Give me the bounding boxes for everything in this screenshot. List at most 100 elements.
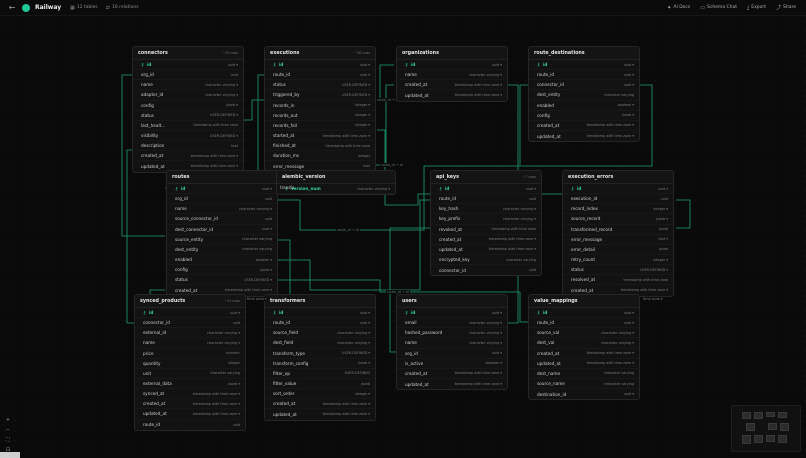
- column-row[interactable]: ⚷ id uuid ▾: [431, 184, 541, 195]
- column-row[interactable]: ⚷ id uuid ▾: [397, 308, 507, 319]
- column-row[interactable]: is_active boolean ▾: [397, 359, 507, 369]
- export-button[interactable]: ⤓ Export: [747, 4, 766, 11]
- column-row[interactable]: source_name character varying: [529, 379, 639, 390]
- column-row[interactable]: ⚷ id uuid ▾: [529, 308, 639, 319]
- column-row[interactable]: org_id uuid: [133, 70, 243, 81]
- column-row[interactable]: updated_at timestamp with time zone ▾: [135, 409, 245, 420]
- column-row[interactable]: ⚷ id uuid ▾: [135, 308, 245, 319]
- column-row[interactable]: finished_at timestamp with time zone: [265, 141, 375, 152]
- table-execution-errors[interactable]: execution_errors ⚷ id uuid ▾ execution_id uui…: [562, 170, 674, 297]
- column-row[interactable]: resolved_at timestamp with time zone: [563, 275, 673, 286]
- column-row[interactable]: filter_value jsonb: [265, 379, 375, 390]
- column-row[interactable]: ⚷ version_num character varying ▾: [277, 184, 395, 195]
- column-row[interactable]: source_connector_id uuid: [167, 214, 277, 225]
- column-row[interactable]: name character varying ▾: [135, 338, 245, 349]
- column-row[interactable]: visibility USER-DEFINED ▾: [133, 131, 243, 142]
- ai-docs-button[interactable]: ✦ AI Docs: [667, 4, 690, 11]
- minimap[interactable]: [731, 405, 801, 452]
- column-row[interactable]: ⚷ id uuid ▾: [133, 60, 243, 71]
- column-row[interactable]: revoked_at timestamp with time zone: [431, 225, 541, 235]
- column-row[interactable]: key_hash character varying ▾: [431, 204, 541, 215]
- column-row[interactable]: source_val character varying ▾: [529, 328, 639, 339]
- table-alembic-version[interactable]: alembic_version ⚷ version_num character var…: [276, 170, 396, 196]
- table-header[interactable]: api_keys ~7 rows: [431, 171, 541, 184]
- column-row[interactable]: execution_id uuid: [563, 194, 673, 205]
- column-row[interactable]: connector_id uuid: [431, 265, 541, 275]
- column-row[interactable]: dest_val character varying ▾: [529, 338, 639, 349]
- column-row[interactable]: connector_id uuid ▾: [529, 80, 639, 91]
- column-row[interactable]: created_at timestamp with time zone ▾: [397, 369, 507, 379]
- column-row[interactable]: org_id uuid: [167, 194, 277, 205]
- table-organizations[interactable]: organizations ⚷ id uuid ▾ name character vary…: [396, 46, 508, 102]
- column-row[interactable]: record_index integer ▾: [563, 204, 673, 215]
- column-row[interactable]: source_field character varying ▾: [265, 328, 375, 339]
- column-row[interactable]: enabled boolean ▾: [529, 101, 639, 111]
- column-row[interactable]: ⚷ id uuid ▾: [529, 60, 639, 71]
- column-row[interactable]: ⚷ id uuid ▾: [167, 184, 277, 195]
- column-row[interactable]: dest_name character varying: [529, 369, 639, 379]
- column-row[interactable]: status USER-DEFINED ▾: [265, 80, 375, 91]
- table-header[interactable]: transformers: [265, 295, 375, 308]
- column-row[interactable]: started_at timestamp with time zone ▾: [265, 131, 375, 142]
- column-row[interactable]: enabled boolean ▾: [167, 255, 277, 266]
- column-row[interactable]: description text: [133, 141, 243, 152]
- column-row[interactable]: external_id character varying ▾: [135, 328, 245, 339]
- column-row[interactable]: name character varying ▾: [133, 80, 243, 91]
- column-row[interactable]: name character varying ▾: [397, 338, 507, 349]
- column-row[interactable]: retry_count integer ▾: [563, 255, 673, 266]
- column-row[interactable]: config jsonb ▾: [167, 265, 277, 276]
- column-row[interactable]: ⚷ id uuid ▾: [397, 60, 507, 71]
- column-row[interactable]: org_id uuid ▾: [397, 349, 507, 359]
- column-row[interactable]: ⚷ id uuid ▾: [265, 308, 375, 319]
- column-row[interactable]: created_at timestamp with time zone ▾: [135, 399, 245, 410]
- column-row[interactable]: route_id uuid ▾: [265, 318, 375, 329]
- table-value-mappings[interactable]: value_mappings ⚷ id uuid ▾ route_id uuid ▾ sou…: [528, 294, 640, 401]
- table-users[interactable]: users ⚷ id uuid ▾ email character varying ▾ ha…: [396, 294, 508, 391]
- column-row[interactable]: route_id uuid: [431, 194, 541, 205]
- column-row[interactable]: created_at timestamp with time zone ▾: [529, 121, 639, 131]
- column-row[interactable]: last_healt… timestamp with time zone: [133, 121, 243, 131]
- table-route-destinations[interactable]: route_destinations ⚷ id uuid ▾ route_id uuid …: [528, 46, 640, 143]
- column-row[interactable]: adapter_id character varying ▾: [133, 90, 243, 101]
- column-row[interactable]: quantity integer: [135, 359, 245, 369]
- table-header[interactable]: executions ~36 rows: [265, 47, 375, 60]
- zoom-out-icon[interactable]: −: [4, 426, 12, 434]
- column-row[interactable]: transformed_record jsonb: [563, 225, 673, 235]
- column-row[interactable]: updated_at timestamp with time zone ▾: [529, 131, 639, 141]
- column-row[interactable]: name character varying ▾: [397, 70, 507, 81]
- table-connectors[interactable]: connectors ~15 rows ⚷ id uuid ▾ org_id uuid nam…: [132, 46, 244, 173]
- column-row[interactable]: records_in integer ▾: [265, 101, 375, 111]
- column-row[interactable]: created_at timestamp with time zone ▾: [397, 80, 507, 91]
- zoom-in-icon[interactable]: +: [4, 416, 12, 424]
- table-header[interactable]: route_destinations: [529, 47, 639, 60]
- column-row[interactable]: updated_at timestamp with time zone ▾: [265, 409, 375, 419]
- column-row[interactable]: source_entity character varying: [167, 235, 277, 245]
- column-row[interactable]: status USER-DEFINED ▾: [167, 275, 277, 286]
- column-row[interactable]: dest_field character varying ▾: [265, 338, 375, 349]
- table-header[interactable]: routes: [167, 171, 277, 184]
- table-header[interactable]: synced_products ~51 rows: [135, 295, 245, 308]
- column-row[interactable]: updated_at timestamp with time zone ▾: [529, 359, 639, 369]
- table-executions[interactable]: executions ~36 rows ⚷ id uuid ▾ route_id uuid …: [264, 46, 376, 173]
- column-row[interactable]: synced_at timestamp with time zone ▾: [135, 389, 245, 400]
- fit-view-icon[interactable]: ⛶: [4, 436, 12, 444]
- column-row[interactable]: unit character varying: [135, 369, 245, 379]
- column-row[interactable]: destination_id uuid ▾: [529, 389, 639, 399]
- column-row[interactable]: key_prefix character varying ▾: [431, 214, 541, 225]
- column-row[interactable]: records_fail integer ▾: [265, 121, 375, 131]
- column-row[interactable]: sort_order integer ▾: [265, 389, 375, 400]
- column-row[interactable]: dest_connector_id uuid ▾: [167, 225, 277, 235]
- column-row[interactable]: created_at timestamp with time zone ▾: [133, 151, 243, 162]
- share-button[interactable]: ⤴ Share: [776, 4, 796, 11]
- column-row[interactable]: transform_type USER-DEFINED ▾: [265, 349, 375, 359]
- column-row[interactable]: config jsonb ▾: [529, 111, 639, 121]
- column-row[interactable]: duration_ms integer: [265, 151, 375, 162]
- table-header[interactable]: organizations: [397, 47, 507, 60]
- column-row[interactable]: created_at timestamp with time zone ▾: [265, 399, 375, 410]
- column-row[interactable]: email character varying ▾: [397, 318, 507, 329]
- table-transformers[interactable]: transformers ⚷ id uuid ▾ route_id uuid ▾ sourc…: [264, 294, 376, 421]
- column-row[interactable]: dest_entity character varying: [167, 245, 277, 255]
- table-header[interactable]: value_mappings: [529, 295, 639, 308]
- column-row[interactable]: updated_at timestamp with time zone ▾: [397, 90, 507, 100]
- column-row[interactable]: config jsonb ▾: [133, 101, 243, 111]
